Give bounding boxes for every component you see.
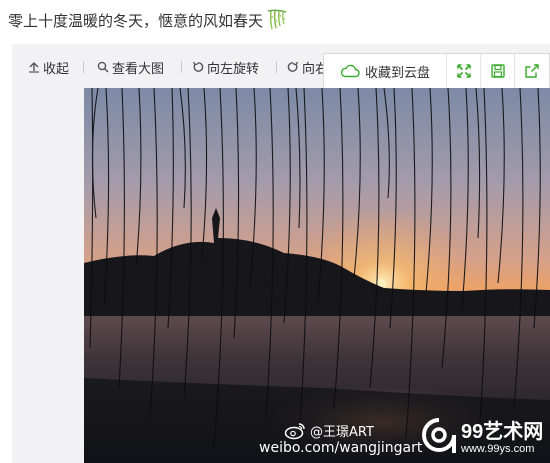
- site-watermark: 99艺术网 www.99ys.com: [421, 415, 549, 461]
- floppy-disk-icon: [490, 64, 505, 78]
- view-large-button[interactable]: 查看大图: [97, 58, 165, 77]
- collapse-label: 收起: [43, 61, 70, 77]
- rotate-right-button[interactable]: 向右: [287, 58, 328, 77]
- fullscreen-button[interactable]: [447, 54, 481, 88]
- share-icon: [525, 64, 539, 78]
- toolbar-divider: [276, 61, 277, 73]
- site-url: www.99ys.com: [461, 443, 535, 455]
- save-image-button[interactable]: [481, 54, 515, 88]
- weibo-icon: [284, 422, 305, 439]
- view-large-label: 查看大图: [112, 61, 165, 77]
- share-button[interactable]: [515, 54, 549, 88]
- site-brand: 99艺术网: [461, 421, 544, 443]
- willow-emoji-icon: [265, 8, 289, 32]
- cloud-icon: [340, 64, 360, 78]
- image-toolbar: 收起 查看大图 向左旋转 向右 收藏到云盘: [12, 44, 550, 89]
- expand-icon: [456, 64, 471, 78]
- image-viewer-card: 收起 查看大图 向左旋转 向右 收藏到云盘 @王璟ART weibo.com/w…: [12, 44, 550, 463]
- photo-canvas: [84, 88, 550, 463]
- post-text-line: 零上十度温暖的冬天，惬意的风如春天: [8, 6, 289, 34]
- rotate-left-button[interactable]: 向左旋转: [192, 58, 260, 77]
- weibo-handle: @王璟ART: [310, 425, 374, 440]
- weibo-url-watermark: weibo.com/wangjingart: [259, 440, 423, 456]
- collapse-up-icon: [29, 62, 39, 73]
- rotate-left-label: 向左旋转: [207, 61, 260, 77]
- post-text: 零上十度温暖的冬天，惬意的风如春天: [8, 11, 264, 30]
- sunset-photo[interactable]: @王璟ART weibo.com/wangjingart 99艺术网 www.9…: [84, 88, 550, 463]
- floating-action-bar: 收藏到云盘: [323, 53, 550, 89]
- toolbar-divider: [181, 61, 182, 73]
- collapse-button[interactable]: 收起: [28, 58, 70, 77]
- site-logo-icon: [422, 418, 456, 453]
- rotate-right-icon: [287, 61, 299, 72]
- weibo-watermark: @王璟ART: [284, 421, 374, 440]
- magnifier-icon: [97, 61, 109, 73]
- save-to-cloud-button[interactable]: 收藏到云盘: [324, 54, 447, 88]
- save-to-cloud-label: 收藏到云盘: [364, 65, 430, 81]
- rotate-left-icon: [192, 61, 204, 72]
- toolbar-divider: [83, 61, 84, 73]
